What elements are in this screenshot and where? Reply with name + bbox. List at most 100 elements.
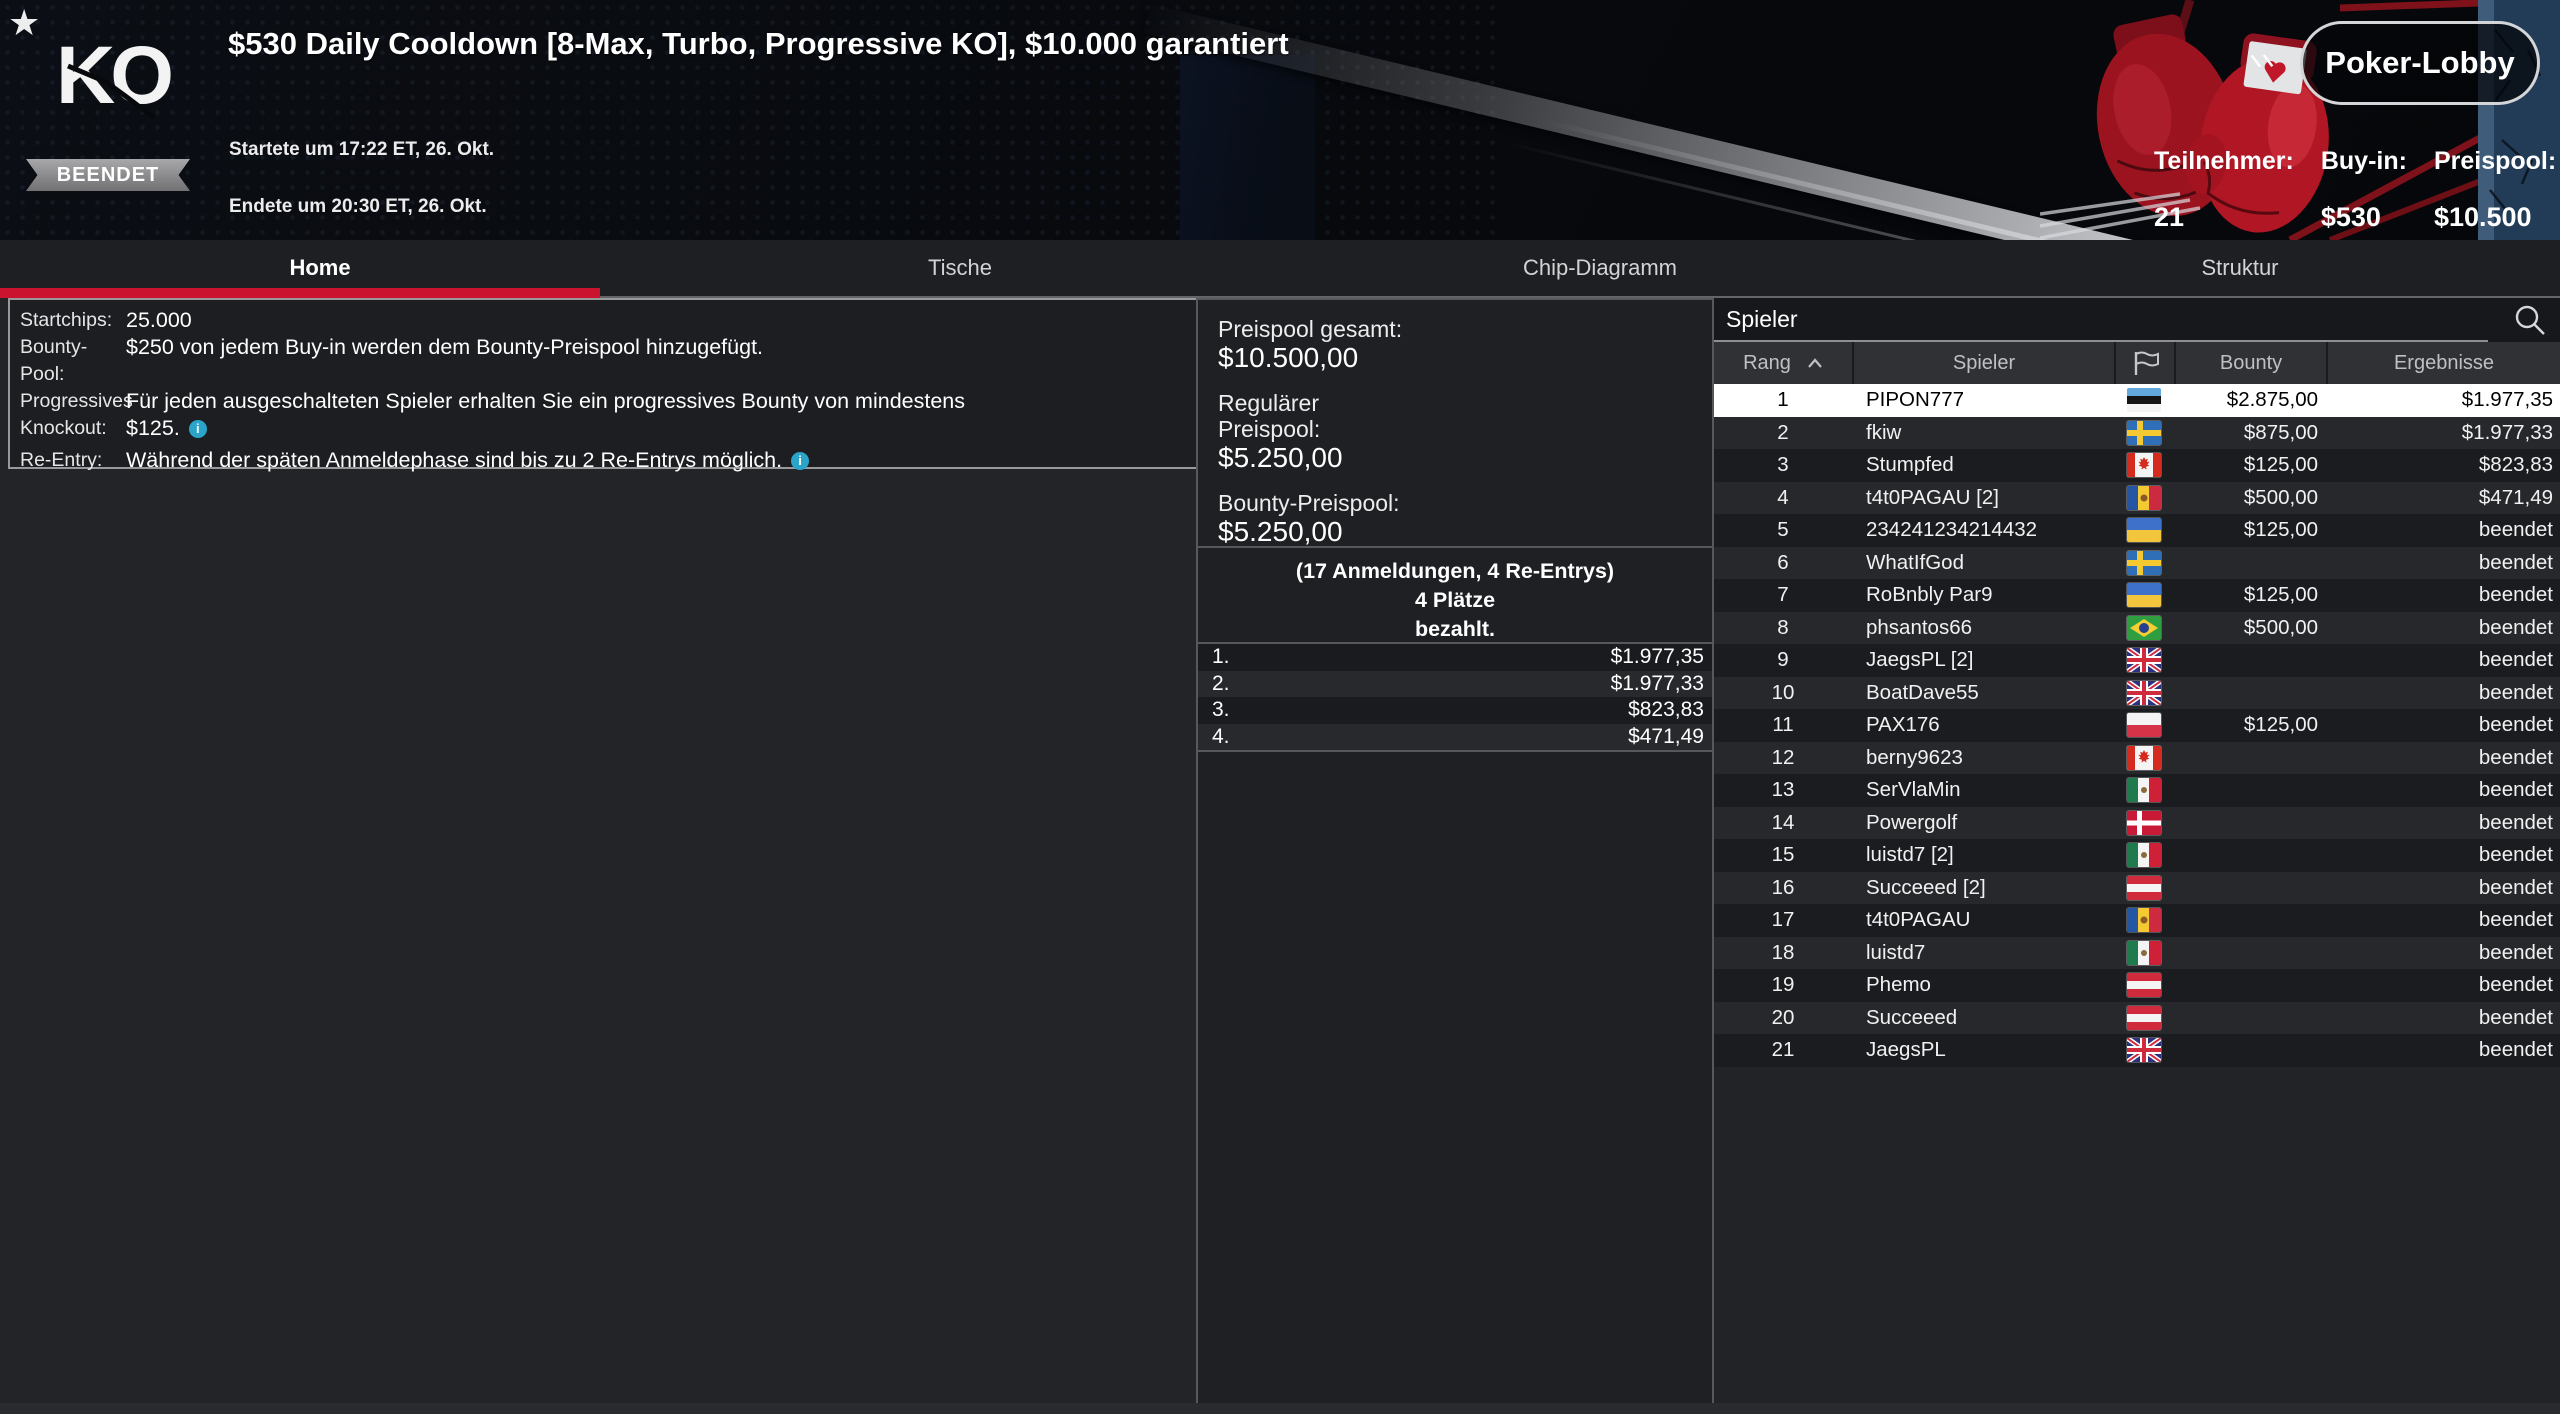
column-header-rank[interactable]: Rang	[1714, 342, 1852, 384]
pool-label: Bounty-Preispool:	[1218, 490, 1400, 516]
player-rank: 15	[1771, 843, 1795, 867]
player-row[interactable]: 3 Stumpfed $125,00 $823,83	[1714, 449, 2560, 482]
player-row[interactable]: 20 Succeeed beendet	[1714, 1001, 2560, 1034]
player-name: PAX176	[1866, 713, 1940, 737]
player-rank: 21	[1771, 1038, 1795, 1062]
player-bounty: $125,00	[2243, 583, 2318, 607]
tab-struktur[interactable]: Struktur	[1920, 240, 2560, 296]
canada-flag-icon	[2127, 745, 2161, 770]
player-flag-austria	[2114, 1005, 2174, 1030]
stat-label: Preispool:	[2433, 147, 2557, 175]
poker-lobby-button[interactable]: Poker-Lobby	[2300, 21, 2540, 105]
search-icon[interactable]	[2512, 302, 2548, 343]
player-rank: 8	[1777, 615, 1789, 639]
player-name: t4t0PAGAU [2]	[1866, 485, 1999, 509]
mexico-flag-icon	[2127, 778, 2161, 803]
player-flag-austria	[2114, 875, 2174, 900]
payout-list: 1. $1.977,35 2. $1.977,33 3. $823,83 4. $471,49	[1198, 644, 1712, 752]
info-row: Progressives Knockout: Für jeden ausgesch…	[20, 388, 1198, 442]
poland-flag-icon	[2127, 713, 2161, 738]
pool-label: Regulärer Preispool:	[1218, 390, 1321, 442]
ko-logo-crack	[67, 63, 156, 120]
status-badge: BEENDET	[26, 159, 190, 191]
uk-flag-icon	[2127, 648, 2161, 673]
info-row: Re-Entry: Während der späten Anmeldephase…	[20, 447, 1198, 474]
player-row[interactable]: 16 Succeeed [2] beendet	[1714, 871, 2560, 904]
austria-flag-icon	[2127, 1005, 2161, 1030]
players-table-header: Rang Spieler Bounty Ergebnisse	[1714, 342, 2560, 384]
player-flag-canada	[2114, 745, 2174, 770]
players-panel: Spieler Rang Spieler Bounty Ergebnisse 1…	[1714, 298, 2560, 1414]
player-result: beendet	[2478, 550, 2553, 574]
player-flag-uk	[2114, 648, 2174, 673]
moldova-flag-icon	[2127, 485, 2161, 510]
stat-value: $10.500	[2433, 202, 2532, 232]
player-flag-sweden	[2114, 420, 2174, 445]
prizepool-panel: Preispool gesamt: $10.500,00 Regulärer Prei…	[1196, 298, 1714, 1414]
player-row[interactable]: 2 fkiw $875,00 $1.977,33	[1714, 416, 2560, 449]
info-icon[interactable]: i	[791, 452, 810, 470]
info-icon[interactable]: i	[188, 420, 207, 438]
player-name: 234241234214432	[1866, 518, 2038, 542]
player-flag-brazil	[2114, 615, 2174, 640]
player-row[interactable]: 6 WhatIfGod beendet	[1714, 546, 2560, 579]
player-result: beendet	[2478, 1005, 2553, 1029]
player-bounty: $875,00	[2243, 420, 2318, 444]
player-flag-ukraine	[2114, 518, 2174, 543]
player-row[interactable]: 14 Powergolf beendet	[1714, 806, 2560, 839]
player-row[interactable]: 21 JaegsPL beendet	[1714, 1034, 2560, 1067]
player-row[interactable]: 9 JaegsPL [2] beendet	[1714, 644, 2560, 677]
player-row[interactable]: 10 BoatDave55 beendet	[1714, 676, 2560, 709]
player-row[interactable]: 18 luistd7 beendet	[1714, 936, 2560, 969]
column-header-results[interactable]: Ergebnisse	[2326, 342, 2560, 384]
player-row[interactable]: 7 RoBnbly Par9 $125,00 beendet	[1714, 579, 2560, 612]
column-header-bounty[interactable]: Bounty	[2174, 342, 2326, 384]
player-bounty: $125,00	[2243, 453, 2318, 477]
player-result: beendet	[2478, 680, 2553, 704]
sweden-flag-icon	[2127, 420, 2161, 445]
player-row[interactable]: 15 luistd7 [2] beendet	[1714, 839, 2560, 872]
player-rank: 1	[1777, 388, 1789, 412]
payout-row: 1. $1.977,35	[1198, 644, 1712, 671]
favorite-star-icon[interactable]: ★	[8, 2, 40, 44]
player-row[interactable]: 13 SerVlaMin beendet	[1714, 774, 2560, 807]
player-flag-moldova	[2114, 485, 2174, 510]
player-flag-uk	[2114, 1038, 2174, 1063]
flag-icon	[2134, 351, 2159, 375]
player-rank: 20	[1771, 1005, 1795, 1029]
player-flag-austria	[2114, 973, 2174, 998]
player-rank: 16	[1771, 875, 1795, 899]
player-row[interactable]: 4 t4t0PAGAU [2] $500,00 $471,49	[1714, 481, 2560, 514]
ukraine-flag-icon	[2127, 518, 2161, 543]
player-row[interactable]: 8 phsantos66 $500,00 beendet	[1714, 611, 2560, 644]
player-rank: 7	[1777, 583, 1789, 607]
player-row[interactable]: 5 234241234214432 $125,00 beendet	[1714, 514, 2560, 547]
player-row[interactable]: 1 PIPON777 $2.875,00 $1.977,35	[1714, 384, 2560, 417]
sweden-flag-icon	[2127, 550, 2161, 575]
player-row[interactable]: 17 t4t0PAGAU beendet	[1714, 904, 2560, 937]
bottom-edge-strip	[0, 1403, 2560, 1414]
payout-row: 2. $1.977,33	[1198, 670, 1712, 697]
column-header-flag[interactable]	[2114, 342, 2174, 384]
search-underline	[1714, 340, 2488, 342]
info-text: $250 von jedem Buy-in werden dem Bounty-…	[126, 335, 764, 359]
player-bounty: $2.875,00	[2226, 388, 2318, 412]
tab-tische[interactable]: Tische	[640, 240, 1280, 296]
player-result: $1.977,35	[2461, 388, 2553, 412]
player-result: beendet	[2478, 810, 2553, 834]
player-rank: 6	[1777, 550, 1789, 574]
player-row[interactable]: 19 Phemo beendet	[1714, 969, 2560, 1002]
prizepool-summary: Preispool gesamt: $10.500,00 Regulärer Prei…	[1198, 300, 1712, 548]
moldova-flag-icon	[2127, 908, 2161, 933]
player-row[interactable]: 12 berny9623 beendet	[1714, 741, 2560, 774]
column-header-player[interactable]: Spieler	[1852, 342, 2114, 384]
player-result: beendet	[2478, 1038, 2553, 1062]
player-rank: 2	[1777, 420, 1789, 444]
tournament-title: $530 Daily Cooldown [8-Max, Turbo, Progr…	[228, 26, 1289, 61]
player-result: beendet	[2478, 973, 2553, 997]
player-row[interactable]: 11 PAX176 $125,00 beendet	[1714, 709, 2560, 742]
payout-row: 4. $471,49	[1198, 723, 1712, 750]
player-name: berny9623	[1866, 745, 1963, 769]
tab-chip-diagramm[interactable]: Chip-Diagramm	[1280, 240, 1920, 296]
players-search-band: Spieler	[1714, 298, 2560, 342]
